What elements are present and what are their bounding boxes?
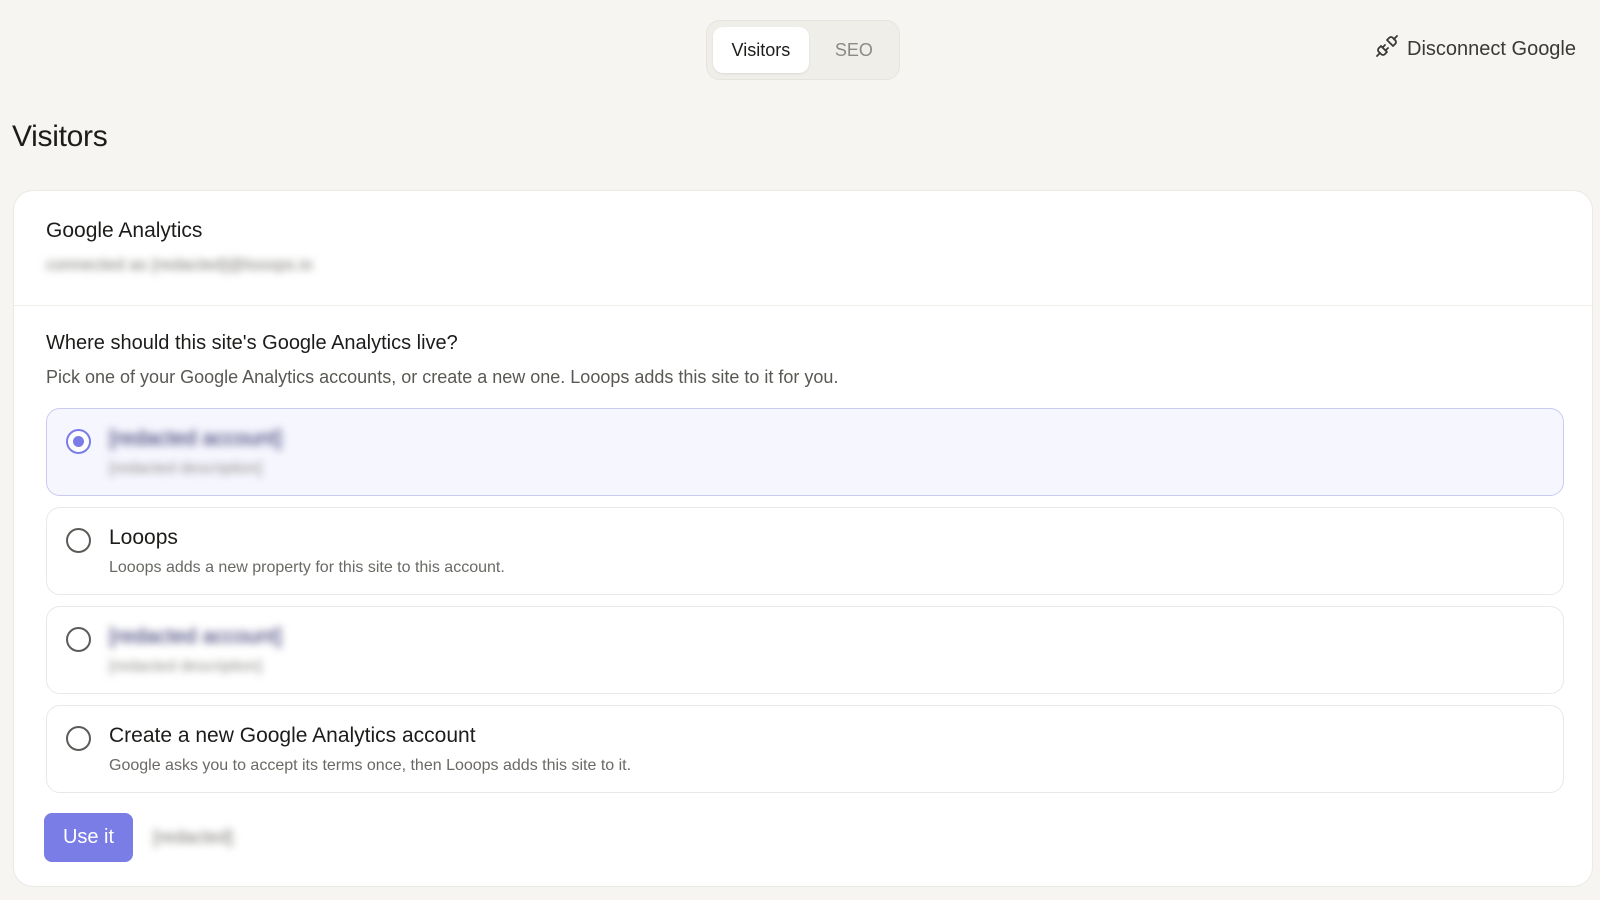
option-description: Google asks you to accept its terms once… [109,757,632,774]
option-description: Looops adds a new property for this site… [109,559,505,576]
option-description: [redacted description] [109,658,262,675]
account-option[interactable]: [redacted account] [redacted description… [46,606,1564,694]
disconnect-google-button[interactable]: Disconnect Google [1375,34,1576,64]
connected-account-text: connected as [redacted]@looops.io [46,255,313,274]
radio-button[interactable] [66,528,91,553]
view-tab-switch: Visitors SEO [706,20,900,80]
card-actions: Use it [redacted] [44,813,233,862]
picker-question: Where should this site's Google Analytic… [46,332,458,354]
account-picker: Where should this site's Google Analytic… [14,306,1592,793]
unplug-icon [1375,34,1399,64]
tab-visitors[interactable]: Visitors [713,27,809,73]
option-name: Looops [109,526,178,549]
page-title: Visitors [12,120,108,153]
account-options: [redacted account] [redacted description… [46,408,1564,793]
disconnect-google-label: Disconnect Google [1407,37,1576,60]
picker-hint: Pick one of your Google Analytics accoun… [46,367,839,387]
secondary-action-link[interactable]: [redacted] [153,827,233,848]
option-description: [redacted description] [109,460,262,477]
google-analytics-card: Google Analytics connected as [redacted]… [13,190,1593,887]
tab-seo[interactable]: SEO [815,27,893,73]
option-name: [redacted account] [109,427,282,450]
radio-button[interactable] [66,627,91,652]
radio-button[interactable] [66,726,91,751]
option-name: [redacted account] [109,625,282,648]
card-title: Google Analytics [46,219,203,242]
option-name: Create a new Google Analytics account [109,724,476,747]
use-it-button[interactable]: Use it [44,813,133,862]
account-option[interactable]: [redacted account] [redacted description… [46,408,1564,496]
radio-button-selected[interactable] [66,429,91,454]
card-header: Google Analytics connected as [redacted]… [14,191,1592,306]
account-option-looops[interactable]: Looops Looops adds a new property for th… [46,507,1564,595]
account-option-create-new[interactable]: Create a new Google Analytics account Go… [46,705,1564,793]
